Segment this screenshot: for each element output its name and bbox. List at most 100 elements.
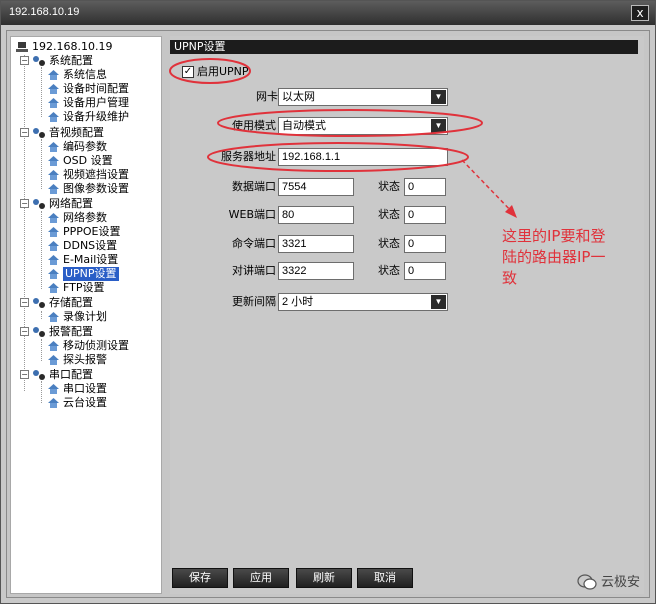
tree-group-label: 系统配置 <box>49 54 93 67</box>
tree-item-upnp[interactable]: UPNP设置 <box>47 267 119 281</box>
data-port-label: 数据端口 <box>232 180 276 193</box>
web-port-status-value: 0 <box>408 209 415 221</box>
tree-item-ptz-settings[interactable]: 云台设置 <box>47 396 107 410</box>
house-icon <box>48 384 59 394</box>
data-port-status: 0 <box>404 178 446 196</box>
collapse-icon[interactable]: − <box>20 327 29 336</box>
tree-item-probe-alarm[interactable]: 探头报警 <box>47 353 107 367</box>
tree-item-ddns[interactable]: DDNS设置 <box>47 239 117 253</box>
watermark: 云极安 <box>577 571 640 591</box>
house-icon <box>48 341 59 351</box>
tree-connector <box>41 139 42 189</box>
tree-group-storage[interactable]: − 存储配置 <box>20 296 93 310</box>
tree-group-av[interactable]: − 音视频配置 <box>20 126 104 140</box>
interval-label: 更新间隔 <box>232 295 276 308</box>
web-port-label: WEB端口 <box>228 208 276 221</box>
watermark-text: 云极安 <box>600 574 640 590</box>
chevron-down-icon[interactable]: ▼ <box>431 90 446 104</box>
tree-item-label: 录像计划 <box>63 310 107 323</box>
tree-group-label: 网络配置 <box>49 197 93 210</box>
apply-button[interactable]: 应用 <box>233 568 289 588</box>
house-icon <box>48 142 59 152</box>
tree-item-device-time[interactable]: 设备时间配置 <box>47 82 129 96</box>
data-port-status-value: 0 <box>408 181 415 193</box>
house-icon <box>48 213 59 223</box>
tree-item-email[interactable]: E-Mail设置 <box>47 253 118 267</box>
network-group-icon <box>33 199 45 209</box>
talk-port-status-value: 0 <box>408 265 415 277</box>
interval-value: 2 小时 <box>282 296 314 308</box>
tree-item-image-params[interactable]: 图像参数设置 <box>47 182 129 196</box>
tree-item-label: PPPOE设置 <box>63 225 121 238</box>
tree-connector <box>41 339 42 361</box>
annotation-note: 这里的IP要和登 陆的路由器IP一 致 <box>502 226 605 289</box>
collapse-icon[interactable]: − <box>20 56 29 65</box>
upnp-panel: UPNP设置 ✓ 启用UPNP 网卡 以太网 ▼ 使用模式 自动模式 ▼ 服务器地… <box>170 36 644 594</box>
chevron-down-icon[interactable]: ▼ <box>431 119 446 133</box>
talk-port-status: 0 <box>404 262 446 280</box>
house-icon <box>48 241 59 251</box>
tree-item-device-users[interactable]: 设备用户管理 <box>47 96 129 110</box>
tree-item-device-upgrade[interactable]: 设备升级维护 <box>47 110 129 124</box>
refresh-button[interactable]: 刷新 <box>296 568 352 588</box>
tree-item-serial-settings[interactable]: 串口设置 <box>47 382 107 396</box>
house-icon <box>48 156 59 166</box>
tree-group-serial[interactable]: − 串口配置 <box>20 368 93 382</box>
talk-port-label: 对讲端口 <box>232 264 276 277</box>
sidebar-tree-panel: 192.168.10.19 − 系统配置 系统信息 设备时间配置 设备用户管理 设… <box>10 36 162 594</box>
interval-select[interactable]: 2 小时 ▼ <box>278 293 448 311</box>
house-icon <box>48 98 59 108</box>
network-group-icon <box>33 128 45 138</box>
device-icon <box>16 42 28 52</box>
tree-item-encoding[interactable]: 编码参数 <box>47 140 107 154</box>
tree-item-label: 系统信息 <box>63 68 107 81</box>
chevron-down-icon[interactable]: ▼ <box>431 295 446 309</box>
house-icon <box>48 227 59 237</box>
save-button[interactable]: 保存 <box>172 568 228 588</box>
tree-item-osd[interactable]: OSD 设置 <box>47 154 113 168</box>
house-icon <box>48 70 59 80</box>
annotation-line-2: 陆的路由器IP一 <box>502 248 606 266</box>
tree-item-label: DDNS设置 <box>63 239 118 252</box>
enable-upnp-row[interactable]: ✓ 启用UPNP <box>182 64 249 80</box>
tree-item-pppoe[interactable]: PPPOE设置 <box>47 225 121 239</box>
talk-port-input[interactable]: 3322 <box>278 262 354 280</box>
tree-item-system-info[interactable]: 系统信息 <box>47 68 107 82</box>
mode-select[interactable]: 自动模式 ▼ <box>278 117 448 135</box>
collapse-icon[interactable]: − <box>20 370 29 379</box>
mode-value: 自动模式 <box>282 120 326 132</box>
tree-group-network[interactable]: − 网络配置 <box>20 197 93 211</box>
cancel-button[interactable]: 取消 <box>357 568 413 588</box>
tree-root[interactable]: 192.168.10.19 <box>15 40 112 54</box>
panel-header: UPNP设置 <box>170 40 638 54</box>
nic-select[interactable]: 以太网 ▼ <box>278 88 448 106</box>
tree-connector <box>24 55 25 391</box>
tree-connector <box>41 67 42 117</box>
web-port-input[interactable]: 80 <box>278 206 354 224</box>
data-port-value: 7554 <box>282 181 307 193</box>
collapse-icon[interactable]: − <box>20 199 29 208</box>
collapse-icon[interactable]: − <box>20 128 29 137</box>
tree-item-ftp[interactable]: FTP设置 <box>47 281 105 295</box>
house-icon <box>48 312 59 322</box>
cmd-port-input[interactable]: 3321 <box>278 235 354 253</box>
data-port-input[interactable]: 7554 <box>278 178 354 196</box>
enable-upnp-checkbox[interactable]: ✓ <box>182 66 194 78</box>
tree-item-network-params[interactable]: 网络参数 <box>47 211 107 225</box>
server-address-input[interactable]: 192.168.1.1 <box>278 148 448 166</box>
tree-item-label: 串口设置 <box>63 382 107 395</box>
tree-group-system[interactable]: − 系统配置 <box>20 54 93 68</box>
close-button[interactable]: x <box>631 5 649 21</box>
cmd-port-status-value: 0 <box>408 238 415 250</box>
tree-item-label: 移动侦测设置 <box>63 339 129 352</box>
cmd-port-value: 3321 <box>282 238 307 250</box>
tree-group-alarm[interactable]: − 报警配置 <box>20 325 93 339</box>
nic-label: 网卡 <box>256 90 278 103</box>
collapse-icon[interactable]: − <box>20 298 29 307</box>
tree-item-label: FTP设置 <box>63 281 105 294</box>
tree-item-motion-detect[interactable]: 移动侦测设置 <box>47 339 129 353</box>
tree-item-record-plan[interactable]: 录像计划 <box>47 310 107 324</box>
tree-group-label: 存储配置 <box>49 296 93 309</box>
tree-item-video-mask[interactable]: 视频遮挡设置 <box>47 168 129 182</box>
tree-group-label: 串口配置 <box>49 368 93 381</box>
